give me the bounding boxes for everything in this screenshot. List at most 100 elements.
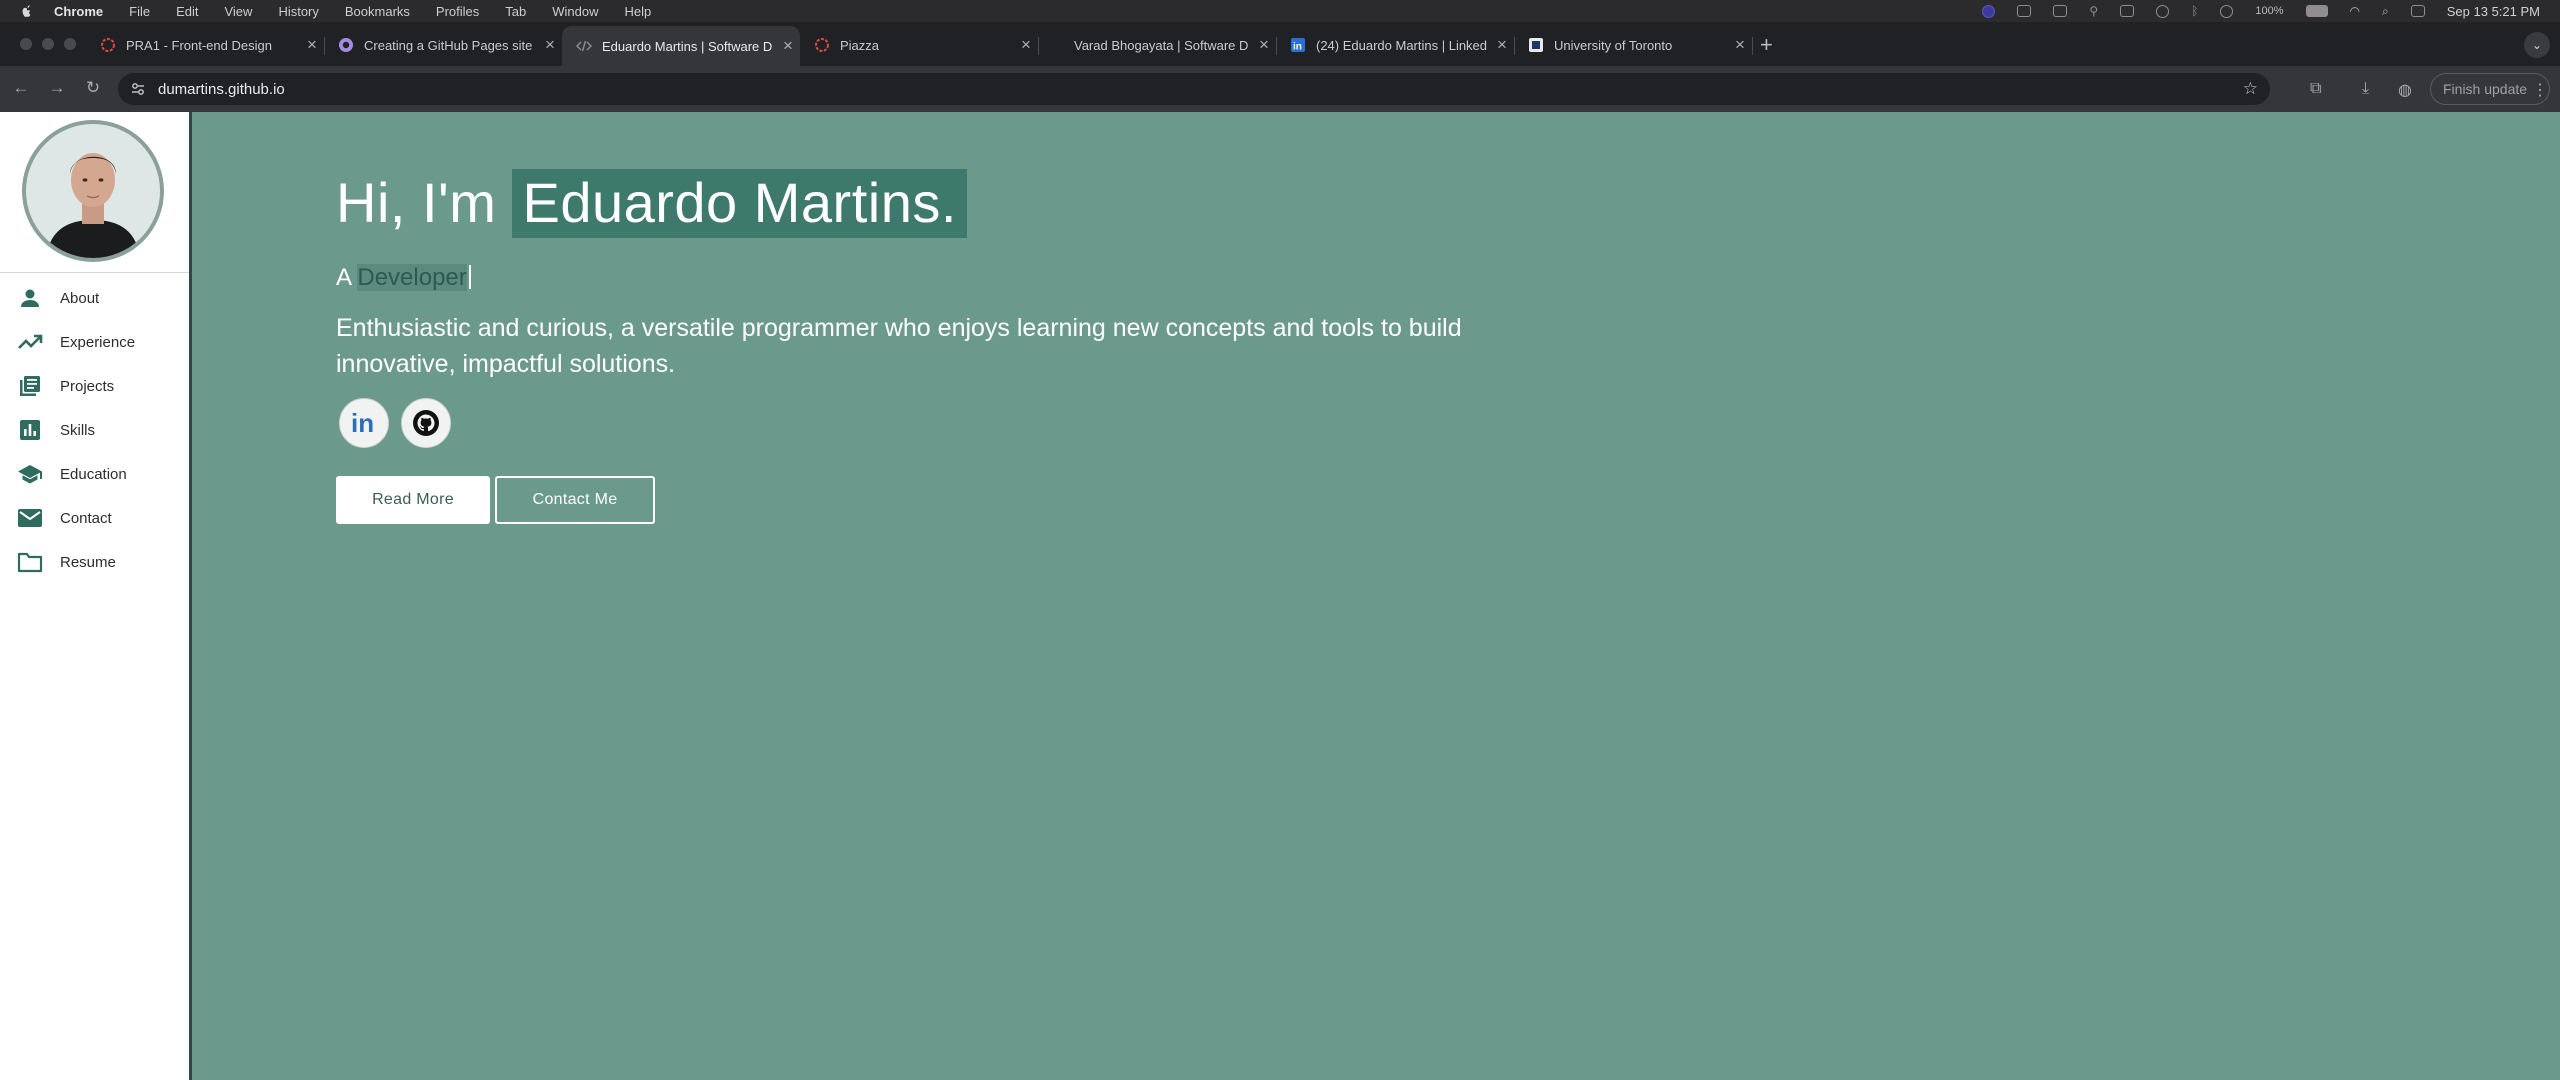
close-tab-icon[interactable]: ×: [1490, 35, 1514, 55]
minimize-window-button[interactable]: [42, 38, 54, 50]
forward-button[interactable]: →: [46, 78, 68, 98]
hero-section: Hi, I'm Eduardo Martins. A Developer Ent…: [192, 112, 2560, 1080]
sidebar-item-resume[interactable]: Resume: [0, 544, 186, 580]
url-text[interactable]: dumartins.github.io: [158, 81, 285, 98]
maximize-window-button[interactable]: [64, 38, 76, 50]
sidebar-item-label: Projects: [60, 377, 115, 395]
hero-title: Hi, I'm Eduardo Martins.: [336, 169, 967, 238]
browser-tab[interactable]: Varad Bhogayata | Software D ×: [1038, 28, 1277, 62]
linkedin-link[interactable]: in: [339, 398, 389, 448]
sidebar-item-experience[interactable]: Experience: [0, 324, 186, 360]
tab-title: Varad Bhogayata | Software D: [1074, 37, 1249, 53]
sidebar-item-label: Resume: [60, 553, 116, 571]
role-prefix: A: [336, 264, 358, 291]
downloads-icon[interactable]: ⤓: [2362, 80, 2369, 98]
bookmark-star-icon[interactable]: ☆: [2243, 79, 2258, 99]
sidebar-item-projects[interactable]: Projects: [0, 368, 186, 404]
tab-title: Eduardo Martins | Software D: [602, 38, 773, 54]
tab-title: (24) Eduardo Martins | Linked: [1316, 37, 1488, 53]
browser-toolbar: ← → ↻ dumartins.github.io ☆ ⧉ ⤓ ◍ Finish…: [0, 66, 2560, 113]
close-tab-icon[interactable]: ×: [300, 35, 324, 55]
avatar: [22, 120, 164, 262]
sidebar-item-skills[interactable]: Skills: [0, 412, 186, 448]
profile-avatar-icon[interactable]: ◍: [2398, 80, 2412, 100]
tab-title: Creating a GitHub Pages site: [364, 37, 533, 53]
profile-photo: [26, 124, 160, 258]
wifi-icon[interactable]: ◠: [2350, 4, 2360, 18]
sidebar-item-contact[interactable]: Contact: [0, 500, 186, 536]
read-more-button[interactable]: Read More: [336, 476, 490, 524]
status-app-icon[interactable]: [2156, 4, 2170, 18]
sidebar-item-label: Experience: [60, 333, 136, 351]
browser-tab-active[interactable]: Eduardo Martins | Software D ×: [562, 26, 800, 66]
piazza-icon: [815, 38, 829, 52]
close-tab-icon[interactable]: ×: [1252, 35, 1276, 55]
svg-text:in: in: [1293, 42, 1302, 53]
extensions-icon[interactable]: ⧉: [2310, 80, 2321, 98]
sidebar-item-label: Education: [60, 465, 127, 483]
status-app-icon[interactable]: [2017, 5, 2032, 17]
new-tab-button[interactable]: +: [1760, 32, 1773, 58]
menu-app-name[interactable]: Chrome: [54, 4, 103, 19]
pin-icon[interactable]: ⚲: [2089, 4, 2098, 18]
contact-me-button[interactable]: Contact Me: [495, 476, 655, 524]
play-icon[interactable]: [2220, 4, 2234, 18]
sidebar-item-education[interactable]: Education: [0, 456, 186, 492]
github-icon: [339, 38, 353, 52]
battery-text: 100%: [2255, 5, 2284, 17]
close-tab-icon[interactable]: ×: [1728, 35, 1752, 55]
close-window-button[interactable]: [20, 38, 32, 50]
search-icon[interactable]: ⌕: [2382, 4, 2389, 19]
tab-search-button[interactable]: ⌄: [2524, 32, 2550, 58]
apple-icon[interactable]: [20, 4, 34, 18]
notion-icon[interactable]: [2053, 5, 2068, 17]
sidebar-item-label: Contact: [60, 509, 112, 527]
typing-cursor: [468, 265, 471, 289]
typed-role: A Developer: [336, 264, 471, 292]
tab-title: PRA1 - Front-end Design: [126, 37, 272, 53]
web-page: About Experience Projects Skills Educati…: [0, 112, 2560, 1080]
close-tab-icon[interactable]: ×: [1014, 35, 1038, 55]
menu-help[interactable]: Help: [625, 4, 652, 19]
linkedin-icon: in: [1291, 38, 1305, 53]
back-button[interactable]: ←: [10, 78, 32, 98]
display-icon[interactable]: [2120, 5, 2135, 17]
folder-icon: [16, 548, 44, 576]
github-link[interactable]: [401, 398, 451, 448]
address-bar[interactable]: dumartins.github.io ☆: [118, 73, 2270, 105]
menu-view[interactable]: View: [224, 4, 252, 19]
sidebar-item-label: Skills: [60, 421, 96, 439]
browser-tab[interactable]: in (24) Eduardo Martins | Linked ×: [1276, 28, 1515, 62]
menu-window[interactable]: Window: [552, 4, 598, 19]
menubar-datetime[interactable]: Sep 13 5:21 PM: [2447, 4, 2540, 19]
browser-tab[interactable]: Piazza ×: [800, 28, 1039, 62]
menu-file[interactable]: File: [129, 4, 150, 19]
sidebar: About Experience Projects Skills Educati…: [0, 112, 192, 1080]
status-app-icon[interactable]: [1982, 4, 1996, 18]
menu-edit[interactable]: Edit: [176, 4, 198, 19]
browser-tab[interactable]: University of Toronto ×: [1514, 28, 1753, 62]
browser-tab[interactable]: Creating a GitHub Pages site ×: [324, 28, 562, 62]
bluetooth-icon[interactable]: ᛒ: [2191, 4, 2198, 18]
library-books-icon: [16, 372, 44, 400]
status-area: ⚲ ᛒ 100% ◠ ⌕ Sep 13 5:21 PM: [1982, 0, 2540, 22]
menu-tab[interactable]: Tab: [505, 4, 526, 19]
hero-name: Eduardo Martins.: [512, 169, 967, 238]
sidebar-item-about[interactable]: About: [0, 280, 186, 316]
menu-bookmarks[interactable]: Bookmarks: [345, 4, 410, 19]
sidebar-item-label: About: [60, 289, 100, 307]
browser-tab[interactable]: PRA1 - Front-end Design ×: [86, 28, 325, 62]
menu-history[interactable]: History: [278, 4, 318, 19]
control-center-icon[interactable]: [2410, 5, 2425, 17]
uoft-icon: [1529, 38, 1543, 52]
graduation-cap-icon: [16, 460, 44, 488]
reload-button[interactable]: ↻: [82, 78, 104, 98]
close-tab-icon[interactable]: ×: [776, 36, 800, 56]
menu-profiles[interactable]: Profiles: [436, 4, 479, 19]
site-settings-icon[interactable]: [130, 81, 146, 97]
battery-icon[interactable]: [2305, 5, 2328, 17]
mail-icon: [16, 504, 44, 532]
more-menu-icon[interactable]: ⋮: [2532, 80, 2548, 100]
close-tab-icon[interactable]: ×: [538, 35, 562, 55]
sidebar-divider: [0, 272, 189, 273]
